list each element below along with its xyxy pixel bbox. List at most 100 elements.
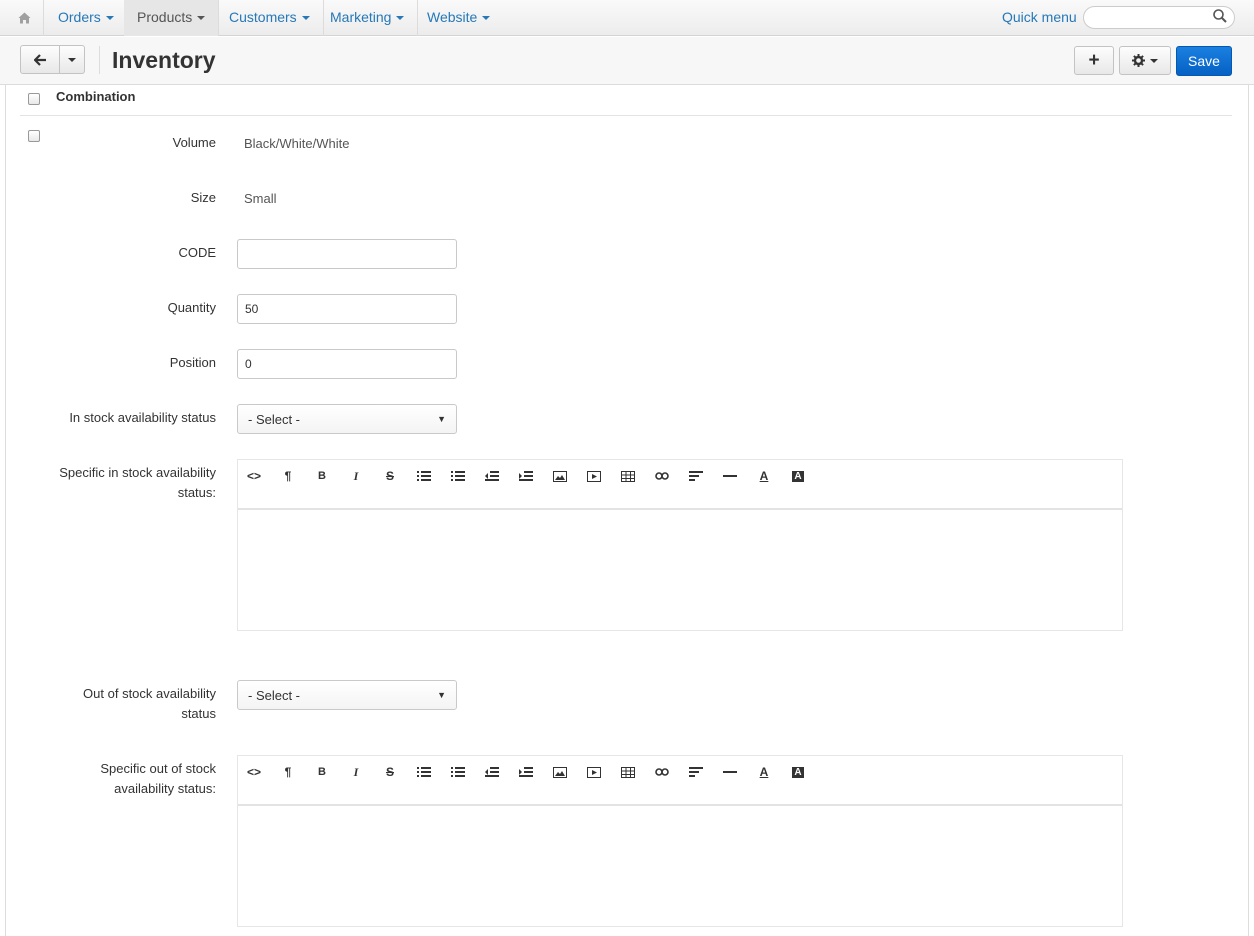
nav-customers[interactable]: Customers	[216, 0, 324, 36]
specific-out-stock-label-line2: availability status:	[114, 781, 216, 796]
unordered-list-icon[interactable]	[414, 468, 434, 484]
nav-products-label: Products	[137, 9, 193, 25]
page-title: Inventory	[112, 47, 216, 73]
nav-marketing[interactable]: Marketing	[317, 0, 419, 36]
link-icon[interactable]	[652, 764, 672, 780]
specific-in-stock-label-line2: status:	[177, 485, 216, 500]
editor-toolbar: <> ¶ B I S A A	[238, 460, 1122, 510]
editor-toolbar: <> ¶ B I S A A	[238, 756, 1122, 806]
out-stock-label-line2: status	[181, 706, 216, 721]
nav-orders-label: Orders	[58, 9, 101, 25]
top-navigation: Orders Products Customers Marketing Webs…	[0, 0, 1254, 36]
specific-out-stock-label: Specific out of stock availability statu…	[100, 759, 216, 799]
align-icon[interactable]	[686, 468, 706, 484]
specific-in-stock-label-line1: Specific in stock availability	[59, 465, 216, 480]
select-all-checkbox[interactable]	[28, 93, 40, 105]
code-label: CODE	[178, 245, 216, 260]
image-icon[interactable]	[550, 764, 570, 780]
bold-icon[interactable]: B	[312, 764, 332, 780]
outdent-icon[interactable]	[482, 468, 502, 484]
in-stock-status-selected: - Select -	[248, 411, 301, 427]
bold-icon[interactable]: B	[312, 468, 332, 484]
chevron-down-icon	[482, 16, 491, 21]
specific-out-stock-editor: <> ¶ B I S A A	[237, 755, 1123, 927]
html-icon[interactable]: <>	[244, 468, 264, 484]
header-divider	[99, 46, 100, 74]
back-button[interactable]	[20, 45, 60, 74]
html-icon[interactable]: <>	[244, 764, 264, 780]
out-stock-status-selected: - Select -	[248, 687, 301, 703]
ordered-list-icon[interactable]	[448, 764, 468, 780]
nav-website-label: Website	[427, 9, 478, 25]
specific-in-stock-editor: <> ¶ B I S A A	[237, 459, 1123, 631]
page-header: Inventory + Save	[0, 37, 1254, 85]
volume-label: Volume	[172, 135, 216, 150]
editor-content-area[interactable]	[238, 510, 1122, 630]
home-icon	[18, 12, 31, 24]
table-icon[interactable]	[618, 468, 638, 484]
quantity-label: Quantity	[167, 300, 216, 315]
row-checkbox[interactable]	[28, 130, 40, 142]
background-color-icon[interactable]: A	[788, 468, 808, 484]
nav-orders[interactable]: Orders	[45, 0, 128, 36]
in-stock-status-label: In stock availability status	[69, 410, 216, 425]
chevron-down-icon	[105, 16, 114, 21]
strikethrough-icon[interactable]: S	[380, 468, 400, 484]
strikethrough-icon[interactable]: S	[380, 764, 400, 780]
ordered-list-icon[interactable]	[448, 468, 468, 484]
add-button[interactable]: +	[1074, 46, 1114, 75]
out-stock-label-line1: Out of stock availability	[83, 686, 216, 701]
quick-menu-link[interactable]: Quick menu	[1002, 0, 1077, 34]
content-left-border	[5, 85, 6, 936]
size-label: Size	[190, 190, 216, 205]
italic-icon[interactable]: I	[346, 468, 366, 484]
volume-value: Black/White/White	[244, 136, 350, 151]
horizontal-rule-icon[interactable]	[720, 764, 740, 780]
nav-marketing-label: Marketing	[330, 9, 392, 25]
search-icon[interactable]	[1212, 8, 1228, 24]
paragraph-icon[interactable]: ¶	[278, 468, 298, 484]
image-icon[interactable]	[550, 468, 570, 484]
in-stock-status-select[interactable]: - Select - ▼	[237, 404, 457, 434]
position-label: Position	[169, 355, 216, 370]
home-button[interactable]	[6, 0, 44, 36]
table-icon[interactable]	[618, 764, 638, 780]
background-color-icon[interactable]: A	[788, 764, 808, 780]
indent-icon[interactable]	[516, 764, 536, 780]
combination-column-header: Combination	[56, 89, 136, 104]
link-icon[interactable]	[652, 468, 672, 484]
unordered-list-icon[interactable]	[414, 764, 434, 780]
quantity-input[interactable]	[237, 294, 457, 324]
italic-icon[interactable]: I	[346, 764, 366, 780]
paragraph-icon[interactable]: ¶	[278, 764, 298, 780]
nav-customers-label: Customers	[229, 9, 297, 25]
outdent-icon[interactable]	[482, 764, 502, 780]
font-color-icon[interactable]: A	[754, 764, 774, 780]
back-dropdown-button[interactable]	[59, 45, 85, 74]
out-stock-status-label: Out of stock availability status	[83, 684, 216, 724]
align-icon[interactable]	[686, 764, 706, 780]
indent-icon[interactable]	[516, 468, 536, 484]
gear-icon	[1132, 54, 1145, 67]
video-icon[interactable]	[584, 764, 604, 780]
code-input[interactable]	[237, 239, 457, 269]
video-icon[interactable]	[584, 468, 604, 484]
arrow-left-icon	[33, 53, 46, 66]
out-stock-status-select[interactable]: - Select - ▼	[237, 680, 457, 710]
settings-button[interactable]	[1119, 46, 1171, 75]
nav-website[interactable]: Website	[414, 0, 503, 36]
dropdown-arrow-icon: ▼	[437, 414, 446, 424]
content-right-border	[1248, 85, 1249, 936]
font-color-icon[interactable]: A	[754, 468, 774, 484]
save-button[interactable]: Save	[1176, 46, 1232, 76]
chevron-down-icon	[301, 16, 310, 21]
horizontal-rule-icon[interactable]	[720, 468, 740, 484]
chevron-down-icon	[68, 57, 76, 62]
chevron-down-icon	[396, 16, 405, 21]
position-input[interactable]	[237, 349, 457, 379]
chevron-down-icon	[197, 16, 206, 21]
nav-products[interactable]: Products	[124, 0, 220, 36]
editor-content-area[interactable]	[238, 806, 1122, 926]
dropdown-arrow-icon: ▼	[437, 690, 446, 700]
header-divider-line	[20, 115, 1232, 116]
